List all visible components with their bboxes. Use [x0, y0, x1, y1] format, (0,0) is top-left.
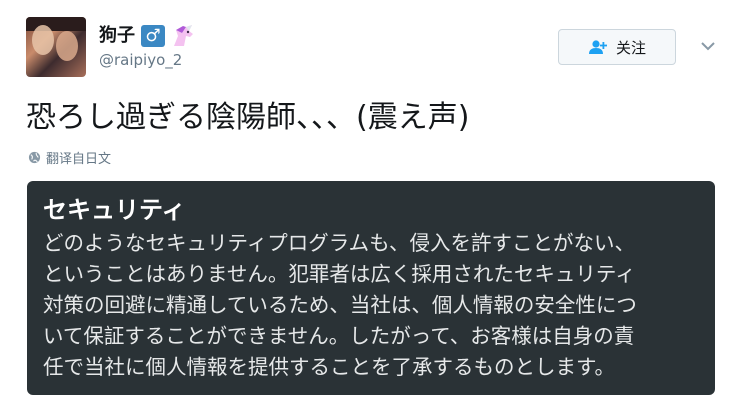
translate-label: 翻译自日文: [46, 152, 112, 167]
card-text-line: 任で当社に個人情報を提供することを了承するものとします。: [43, 355, 615, 379]
translate-link[interactable]: 翻译自日文: [28, 148, 111, 167]
tweet-container: 狗子 ♂ @raipiyo_2 关注 恐ろし過ぎる陰陽師、、、(震え声) 翻译自…: [0, 0, 750, 409]
user-handle[interactable]: @raipiyo_2: [99, 50, 196, 70]
attached-image-card[interactable]: セキュリティ どのようなセキュリティプログラムも、侵入を許すことがない、 という…: [27, 181, 715, 395]
chevron-down-icon[interactable]: [699, 37, 717, 55]
card-text-line: ということはありません。犯罪者は広く採用されたセキュリティ: [43, 262, 636, 286]
follow-button[interactable]: 关注: [558, 29, 676, 65]
card-text-line: 対策の回避に精通しているため、当社は、個人情報の安全性につ: [43, 293, 637, 317]
card-text-line: いて保証することができません。したがって、お客様は自身の責: [43, 324, 635, 348]
tweet-text: 恐ろし過ぎる陰陽師、、、(震え声): [26, 100, 470, 135]
follow-button-label: 关注: [615, 38, 646, 57]
add-user-icon: [588, 40, 607, 54]
card-title: セキュリティ: [43, 196, 186, 224]
male-sign-icon: ♂: [141, 25, 165, 47]
globe-icon: [28, 151, 41, 164]
user-header: 狗子 ♂ @raipiyo_2: [99, 24, 196, 70]
card-text-line: どのようなセキュリティプログラムも、侵入を許すことがない、: [43, 231, 636, 255]
display-name[interactable]: 狗子: [99, 24, 135, 48]
avatar[interactable]: [26, 17, 86, 77]
unicorn-icon: [174, 25, 193, 46]
display-name-row[interactable]: 狗子 ♂: [99, 24, 196, 48]
